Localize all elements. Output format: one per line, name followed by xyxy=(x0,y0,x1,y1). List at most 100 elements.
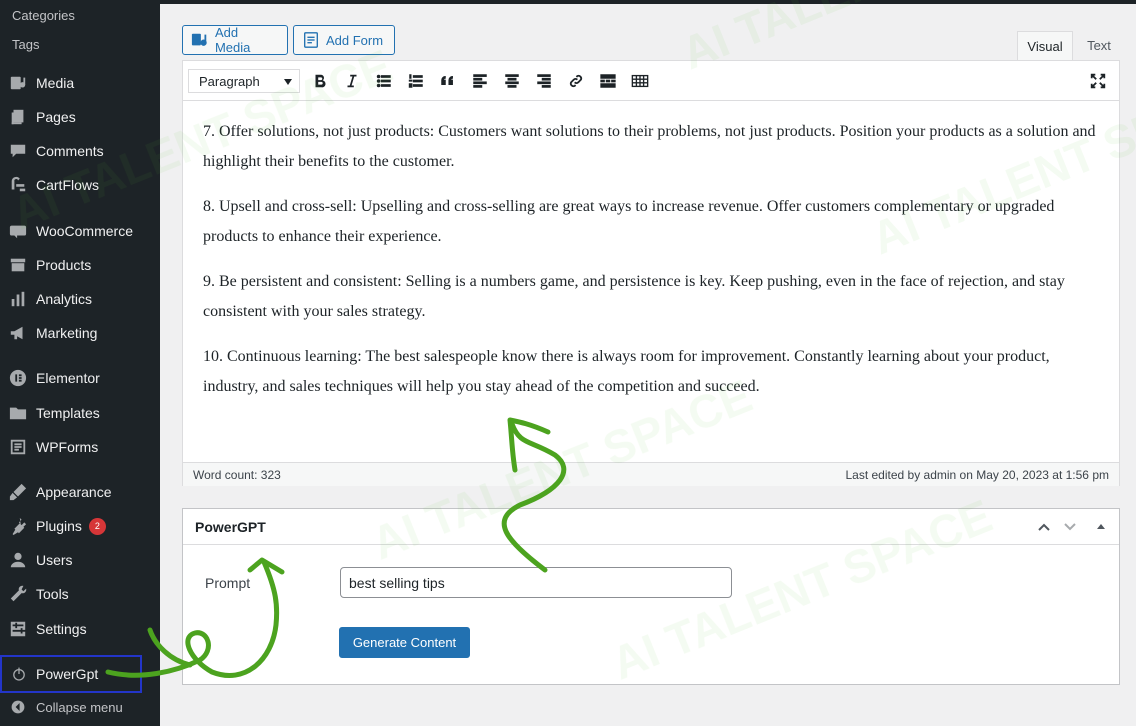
powergpt-metabox: PowerGPT Prompt Generate Content xyxy=(182,508,1120,685)
sidebar-item-media[interactable]: Media xyxy=(0,68,160,98)
bulleted-list-button[interactable] xyxy=(373,70,395,92)
sidebar-item-powergpt[interactable]: PowerGpt xyxy=(0,655,142,693)
sidebar-item-label: PowerGpt xyxy=(36,666,99,682)
tools-icon xyxy=(0,585,36,603)
blockquote-button[interactable] xyxy=(437,70,459,92)
toolbar-toggle-button[interactable] xyxy=(629,70,651,92)
chevron-up-icon xyxy=(1038,523,1050,531)
sidebar-item-tools[interactable]: Tools xyxy=(0,579,160,609)
content-paragraph: 10. Continuous learning: The best salesp… xyxy=(203,348,1050,395)
generate-content-button[interactable]: Generate Content xyxy=(339,627,470,658)
word-count: Word count: 323 xyxy=(193,468,281,482)
sidebar-item-plugins[interactable]: Plugins 2 xyxy=(0,511,160,541)
sidebar-item-label: WooCommerce xyxy=(36,223,133,239)
format-select[interactable]: Paragraph xyxy=(188,69,300,93)
chevron-down-icon xyxy=(1064,523,1076,531)
comments-icon xyxy=(0,142,36,160)
prompt-label: Prompt xyxy=(205,575,251,591)
plugins-update-badge: 2 xyxy=(88,517,106,535)
sidebar-item-comments[interactable]: Comments xyxy=(0,136,160,166)
tab-text[interactable]: Text xyxy=(1078,31,1120,60)
sidebar-item-label: Comments xyxy=(36,143,104,159)
sidebar-item-appearance[interactable]: Appearance xyxy=(0,477,160,507)
sidebar-item-label: Marketing xyxy=(36,325,98,341)
italic-icon xyxy=(347,74,357,88)
settings-icon xyxy=(0,620,36,638)
collapse-menu-button[interactable]: Collapse menu xyxy=(0,696,160,718)
tab-visual[interactable]: Visual xyxy=(1017,31,1073,60)
keyboard-icon xyxy=(631,74,649,88)
media-icon xyxy=(0,74,36,92)
power-icon xyxy=(2,666,36,682)
last-edited: Last edited by admin on May 20, 2023 at … xyxy=(845,468,1109,482)
sidebar-subitem-categories[interactable]: Categories xyxy=(12,8,75,23)
bold-icon xyxy=(315,74,326,88)
sidebar-item-settings[interactable]: Settings xyxy=(0,614,160,644)
move-down-button[interactable] xyxy=(1061,518,1079,536)
sidebar-item-analytics[interactable]: Analytics xyxy=(0,284,160,314)
italic-button[interactable] xyxy=(341,70,363,92)
align-left-button[interactable] xyxy=(469,70,491,92)
sidebar-item-marketing[interactable]: Marketing xyxy=(0,318,160,348)
sidebar-item-cartflows[interactable]: CartFlows xyxy=(0,170,160,200)
marketing-icon xyxy=(0,324,36,342)
insert-link-button[interactable] xyxy=(565,70,587,92)
sidebar-item-users[interactable]: Users xyxy=(0,545,160,575)
editor-content[interactable]: 7. Offer solutions, not just products: C… xyxy=(203,117,1103,417)
cartflows-icon xyxy=(0,176,36,194)
blockquote-icon xyxy=(441,76,453,86)
link-icon xyxy=(569,74,583,88)
appearance-icon xyxy=(0,483,36,501)
content-paragraph: 7. Offer solutions, not just products: C… xyxy=(203,123,1096,170)
sidebar-item-label: CartFlows xyxy=(36,177,100,193)
sidebar-item-label: Pages xyxy=(36,109,76,125)
admin-top-strip xyxy=(160,0,1136,4)
editor-toolbar: Paragraph xyxy=(183,61,1119,101)
add-form-button[interactable]: Add Form xyxy=(293,25,395,55)
toggle-panel-button[interactable] xyxy=(1092,518,1110,536)
triangle-up-icon xyxy=(1097,524,1105,529)
elementor-icon xyxy=(0,369,36,387)
sidebar-item-products[interactable]: Products xyxy=(0,250,160,280)
add-form-label: Add Form xyxy=(326,32,384,48)
prompt-input[interactable] xyxy=(340,567,732,598)
add-media-button[interactable]: Add Media xyxy=(182,25,288,55)
fullscreen-icon xyxy=(1090,73,1106,89)
pages-icon xyxy=(0,108,36,126)
bold-button[interactable] xyxy=(309,70,331,92)
bulleted-list-icon xyxy=(376,74,391,88)
sidebar-item-pages[interactable]: Pages xyxy=(0,102,160,132)
chevron-down-icon xyxy=(284,79,292,85)
post-editor: Paragraph 7. Offer solutions, not just p… xyxy=(182,60,1120,486)
sidebar-item-elementor[interactable]: Elementor xyxy=(0,363,160,393)
sidebar-item-templates[interactable]: Templates xyxy=(0,398,160,428)
read-more-icon xyxy=(600,74,616,88)
numbered-list-button[interactable] xyxy=(405,70,427,92)
analytics-icon xyxy=(0,290,36,308)
read-more-button[interactable] xyxy=(597,70,619,92)
sidebar-item-wpforms[interactable]: WPForms xyxy=(0,432,160,462)
users-icon xyxy=(0,551,36,569)
sidebar-item-woocommerce[interactable]: WooCommerce xyxy=(0,216,160,246)
align-center-icon xyxy=(505,74,519,88)
align-center-button[interactable] xyxy=(501,70,523,92)
admin-sidebar: Categories Tags Media Pages Comments Car… xyxy=(0,0,160,726)
move-up-button[interactable] xyxy=(1035,518,1053,536)
plugins-icon xyxy=(0,517,36,535)
align-right-button[interactable] xyxy=(533,70,555,92)
sidebar-item-label: Appearance xyxy=(36,484,112,500)
powergpt-header: PowerGPT xyxy=(183,509,1119,545)
sidebar-subitem-tags[interactable]: Tags xyxy=(12,37,39,52)
content-paragraph: 8. Upsell and cross-sell: Upselling and … xyxy=(203,198,1055,245)
woocommerce-icon xyxy=(0,222,36,240)
sidebar-item-label: Media xyxy=(36,75,75,91)
collapse-icon xyxy=(0,699,36,715)
editor-status-bar: Word count: 323 Last edited by admin on … xyxy=(183,462,1119,486)
collapse-menu-label: Collapse menu xyxy=(36,699,123,715)
templates-icon xyxy=(0,404,36,422)
sidebar-item-label: Settings xyxy=(36,621,87,637)
sidebar-item-label: Users xyxy=(36,552,73,568)
sidebar-item-label: Tools xyxy=(36,586,69,602)
fullscreen-button[interactable] xyxy=(1087,70,1109,92)
products-icon xyxy=(0,256,36,274)
